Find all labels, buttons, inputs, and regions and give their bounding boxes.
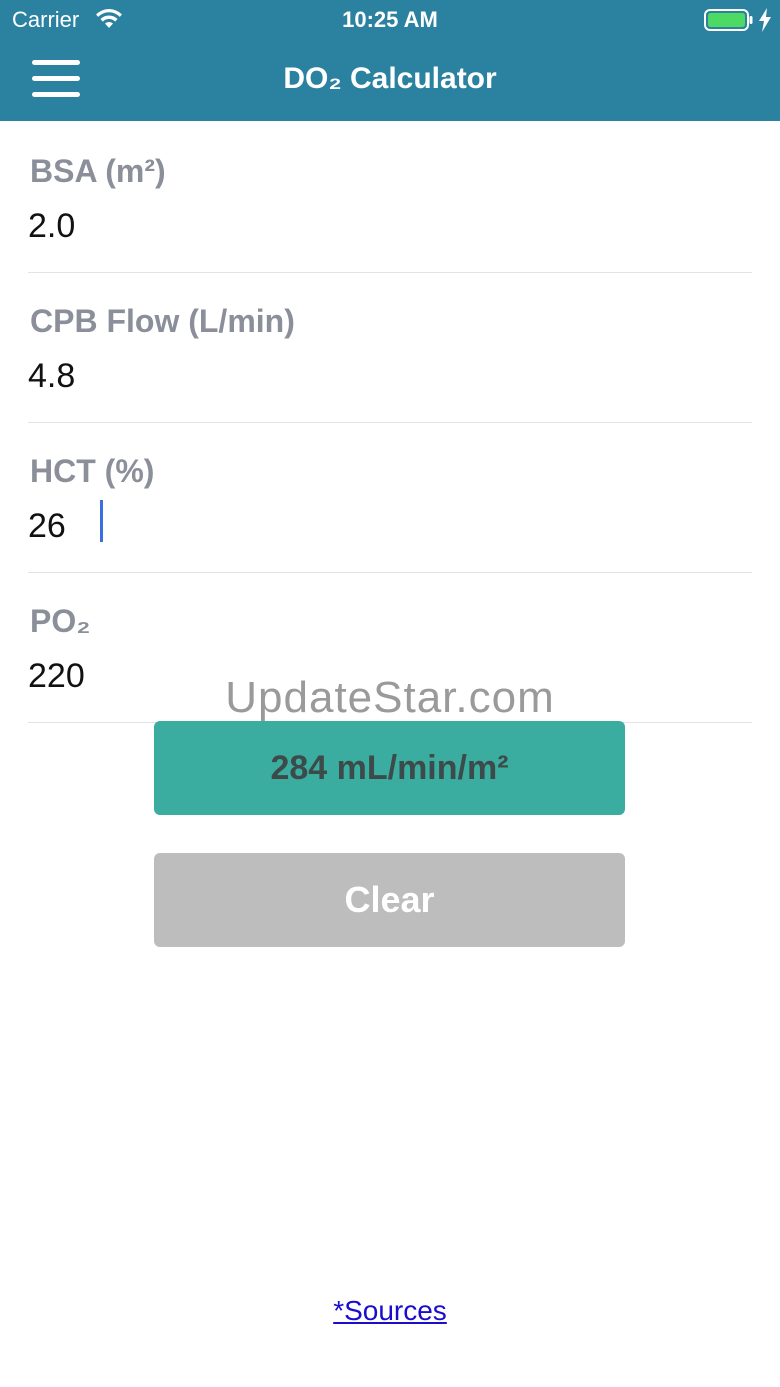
hct-input[interactable] bbox=[28, 502, 748, 550]
hct-label: HCT (%) bbox=[30, 453, 155, 489]
po2-label: PO₂ bbox=[30, 603, 91, 639]
app-screen: Carrier 10:25 AM DO₂ Calculator BSA (m²)… bbox=[0, 0, 780, 1387]
charging-bolt-icon bbox=[759, 8, 771, 32]
po2-field: PO₂ bbox=[28, 600, 752, 723]
bsa-input[interactable] bbox=[28, 202, 748, 250]
sources-container: *Sources bbox=[0, 1293, 780, 1329]
bsa-label: BSA (m²) bbox=[30, 153, 166, 189]
cpb-flow-field: CPB Flow (L/min) bbox=[28, 300, 752, 423]
hct-field: HCT (%) bbox=[28, 450, 752, 573]
text-cursor bbox=[100, 500, 103, 542]
po2-input[interactable] bbox=[28, 652, 748, 700]
result-button[interactable]: 284 mL/min/m² bbox=[154, 721, 625, 815]
status-time: 10:25 AM bbox=[342, 7, 438, 32]
clear-button[interactable]: Clear bbox=[154, 853, 625, 947]
top-bar: Carrier 10:25 AM DO₂ Calculator bbox=[0, 0, 780, 121]
page-title: DO₂ Calculator bbox=[283, 62, 497, 95]
bsa-field: BSA (m²) bbox=[28, 150, 752, 273]
cpb-flow-input[interactable] bbox=[28, 352, 748, 400]
sources-link[interactable]: *Sources bbox=[333, 1295, 447, 1326]
cpb-flow-label: CPB Flow (L/min) bbox=[30, 303, 295, 339]
battery-icon bbox=[704, 9, 753, 31]
